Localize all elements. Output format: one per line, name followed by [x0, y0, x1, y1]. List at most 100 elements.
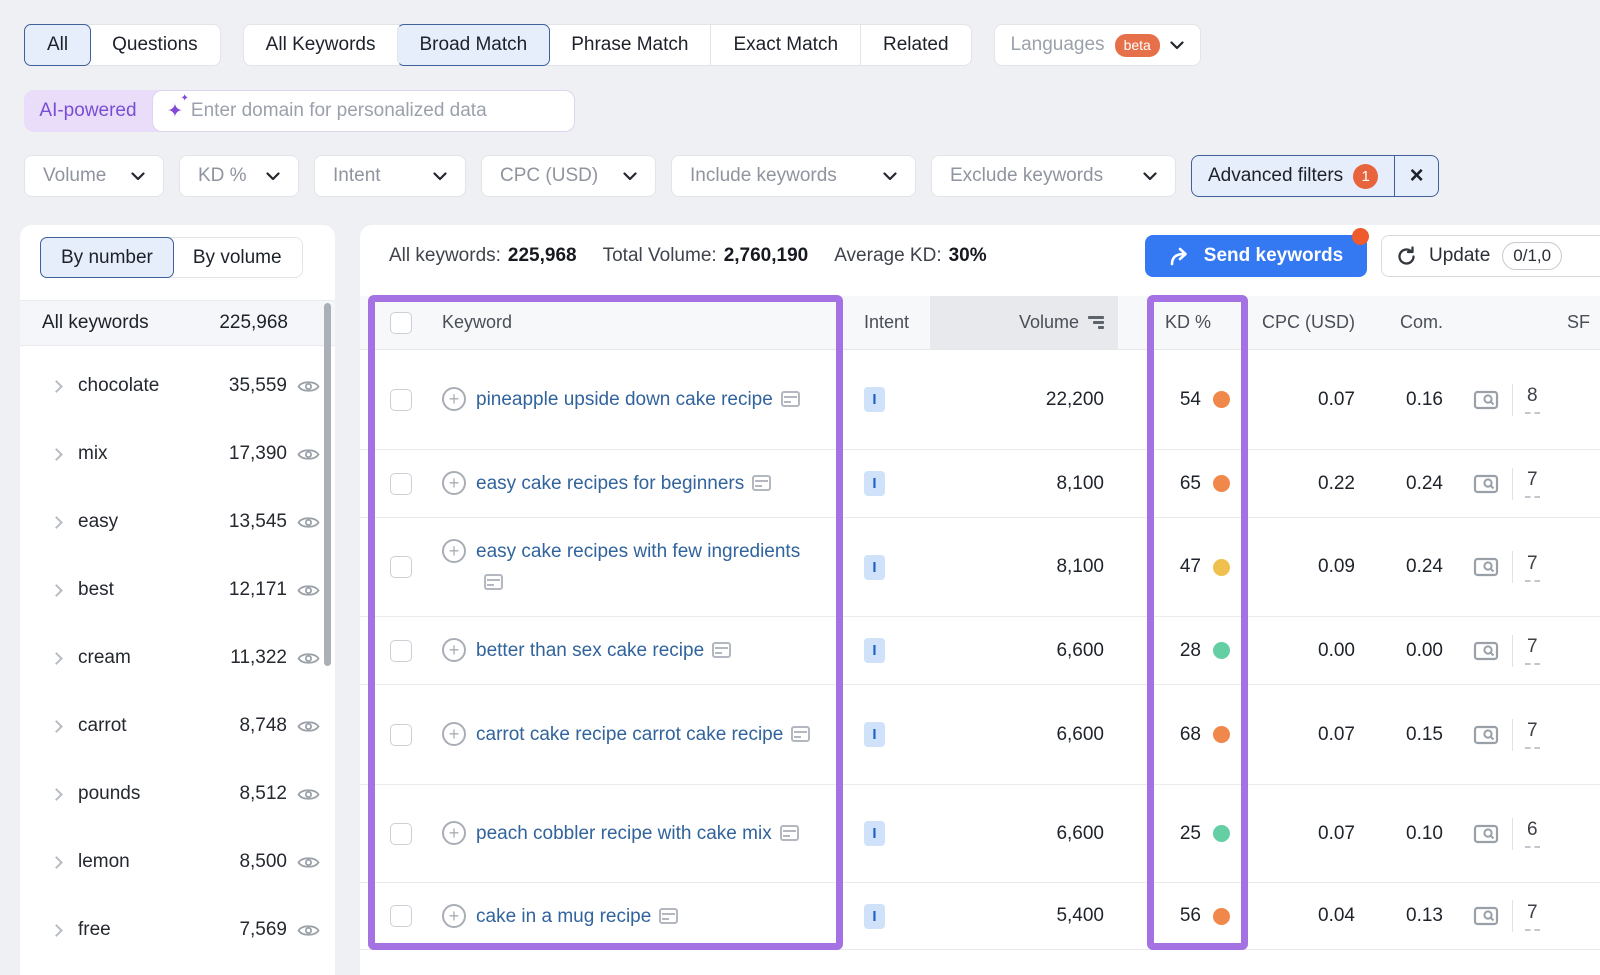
serp-preview-icon[interactable] — [1473, 389, 1500, 411]
serp-preview-icon[interactable] — [1473, 640, 1500, 662]
sf-value[interactable]: 7 — [1525, 553, 1540, 582]
keyword-group-item[interactable]: easy 13,545 — [20, 488, 335, 556]
eye-icon[interactable] — [297, 855, 320, 870]
row-checkbox[interactable] — [390, 389, 412, 411]
serp-preview-icon[interactable] — [1473, 724, 1500, 746]
select-all-checkbox[interactable] — [390, 312, 412, 334]
keyword-link[interactable]: cake in a mug recipe — [476, 901, 678, 932]
row-checkbox[interactable] — [390, 905, 412, 927]
serp-doc-icon[interactable] — [752, 475, 771, 491]
keyword-group-item[interactable]: mix 17,390 — [20, 420, 335, 488]
header-intent[interactable]: Intent — [842, 296, 930, 349]
by-number-toggle[interactable]: By number — [40, 237, 174, 278]
serp-doc-icon[interactable] — [791, 726, 810, 742]
keyword-group-item[interactable]: cream 11,322 — [20, 624, 335, 692]
divider — [1512, 818, 1513, 850]
sf-value[interactable]: 6 — [1525, 819, 1540, 848]
tab-phrase-match[interactable]: Phrase Match — [549, 25, 710, 65]
row-checkbox[interactable] — [390, 556, 412, 578]
advanced-filters-button[interactable]: Advanced filters 1 — [1192, 156, 1394, 196]
intent-badge[interactable]: I — [864, 722, 885, 747]
sf-value[interactable]: 7 — [1525, 720, 1540, 749]
group-label: pounds — [78, 783, 140, 805]
keyword-link[interactable]: easy cake recipes for beginners — [476, 468, 771, 499]
keyword-link[interactable]: peach cobbler recipe with cake mix — [476, 818, 799, 849]
serp-doc-icon[interactable] — [781, 391, 800, 407]
sf-value[interactable]: 7 — [1525, 636, 1540, 665]
header-volume[interactable]: Volume — [930, 296, 1118, 349]
tab-related[interactable]: Related — [860, 25, 971, 65]
intent-badge[interactable]: I — [864, 904, 885, 929]
row-checkbox[interactable] — [390, 640, 412, 662]
intent-filter-dropdown[interactable]: Intent — [314, 155, 466, 197]
tab-exact-match[interactable]: Exact Match — [710, 25, 860, 65]
include-keywords-dropdown[interactable]: Include keywords — [671, 155, 916, 197]
header-com[interactable]: Com. — [1360, 296, 1447, 349]
intent-badge[interactable]: I — [864, 638, 885, 663]
cpc-filter-dropdown[interactable]: CPC (USD) — [481, 155, 656, 197]
intent-badge[interactable]: I — [864, 387, 885, 412]
add-keyword-icon[interactable]: + — [442, 638, 466, 662]
sf-value[interactable]: 7 — [1525, 902, 1540, 931]
add-keyword-icon[interactable]: + — [442, 387, 466, 411]
send-keywords-button[interactable]: Send keywords — [1145, 235, 1367, 277]
update-button[interactable]: Update 0/1,0 — [1381, 235, 1600, 277]
languages-dropdown[interactable]: Languages beta — [994, 24, 1201, 66]
exclude-keywords-dropdown[interactable]: Exclude keywords — [931, 155, 1176, 197]
keyword-group-item[interactable]: carrot 8,748 — [20, 692, 335, 760]
add-keyword-icon[interactable]: + — [442, 539, 466, 563]
eye-icon[interactable] — [297, 583, 320, 598]
eye-icon[interactable] — [297, 515, 320, 530]
eye-icon[interactable] — [297, 787, 320, 802]
serp-doc-icon[interactable] — [484, 574, 503, 590]
clear-advanced-filters-button[interactable]: × — [1394, 156, 1438, 196]
add-keyword-icon[interactable]: + — [442, 722, 466, 746]
add-keyword-icon[interactable]: + — [442, 904, 466, 928]
keyword-link[interactable]: easy cake recipes with few ingredients — [476, 536, 816, 598]
keyword-link[interactable]: better than sex cake recipe — [476, 635, 731, 666]
keyword-link[interactable]: pineapple upside down cake recipe — [476, 384, 800, 415]
serp-preview-icon[interactable] — [1473, 556, 1500, 578]
serp-doc-icon[interactable] — [659, 908, 678, 924]
intent-badge[interactable]: I — [864, 471, 885, 496]
sidebar-scrollbar[interactable] — [324, 303, 331, 666]
row-checkbox[interactable] — [390, 823, 412, 845]
add-keyword-icon[interactable]: + — [442, 471, 466, 495]
row-checkbox[interactable] — [390, 724, 412, 746]
keyword-group-item[interactable]: best 12,171 — [20, 556, 335, 624]
keyword-group-item[interactable]: chocolate 35,559 — [20, 352, 335, 420]
eye-icon[interactable] — [297, 651, 320, 666]
sf-value[interactable]: 8 — [1525, 385, 1540, 414]
intent-badge[interactable]: I — [864, 555, 885, 580]
serp-preview-icon[interactable] — [1473, 473, 1500, 495]
by-volume-toggle[interactable]: By volume — [173, 238, 302, 277]
eye-icon[interactable] — [297, 923, 320, 938]
tab-all-keywords[interactable]: All Keywords — [244, 25, 398, 65]
keyword-group-item[interactable]: lemon 8,500 — [20, 828, 335, 896]
serp-preview-icon[interactable] — [1473, 823, 1500, 845]
tab-broad-match[interactable]: Broad Match — [397, 24, 551, 66]
intent-badge[interactable]: I — [864, 821, 885, 846]
header-sf[interactable]: SF — [1447, 296, 1600, 349]
header-kd[interactable]: KD % — [1118, 296, 1247, 349]
eye-icon[interactable] — [297, 719, 320, 734]
volume-filter-dropdown[interactable]: Volume — [24, 155, 164, 197]
keyword-group-item[interactable]: free 7,569 — [20, 896, 335, 964]
domain-input[interactable] — [191, 100, 560, 122]
keyword-link[interactable]: carrot cake recipe carrot cake recipe — [476, 719, 810, 750]
tab-all[interactable]: All — [24, 24, 91, 66]
header-cpc[interactable]: CPC (USD) — [1247, 296, 1360, 349]
add-keyword-icon[interactable]: + — [442, 821, 466, 845]
serp-preview-icon[interactable] — [1473, 905, 1500, 927]
eye-icon[interactable] — [297, 379, 320, 394]
keyword-group-item[interactable]: pounds 8,512 — [20, 760, 335, 828]
serp-doc-icon[interactable] — [712, 642, 731, 658]
tab-questions[interactable]: Questions — [90, 25, 220, 65]
row-checkbox[interactable] — [390, 473, 412, 495]
sf-value[interactable]: 7 — [1525, 469, 1540, 498]
all-keywords-group-row[interactable]: All keywords 225,968 — [20, 300, 335, 346]
kd-filter-dropdown[interactable]: KD % — [179, 155, 299, 197]
eye-icon[interactable] — [297, 447, 320, 462]
serp-doc-icon[interactable] — [780, 825, 799, 841]
header-keyword[interactable]: Keyword — [412, 296, 842, 349]
